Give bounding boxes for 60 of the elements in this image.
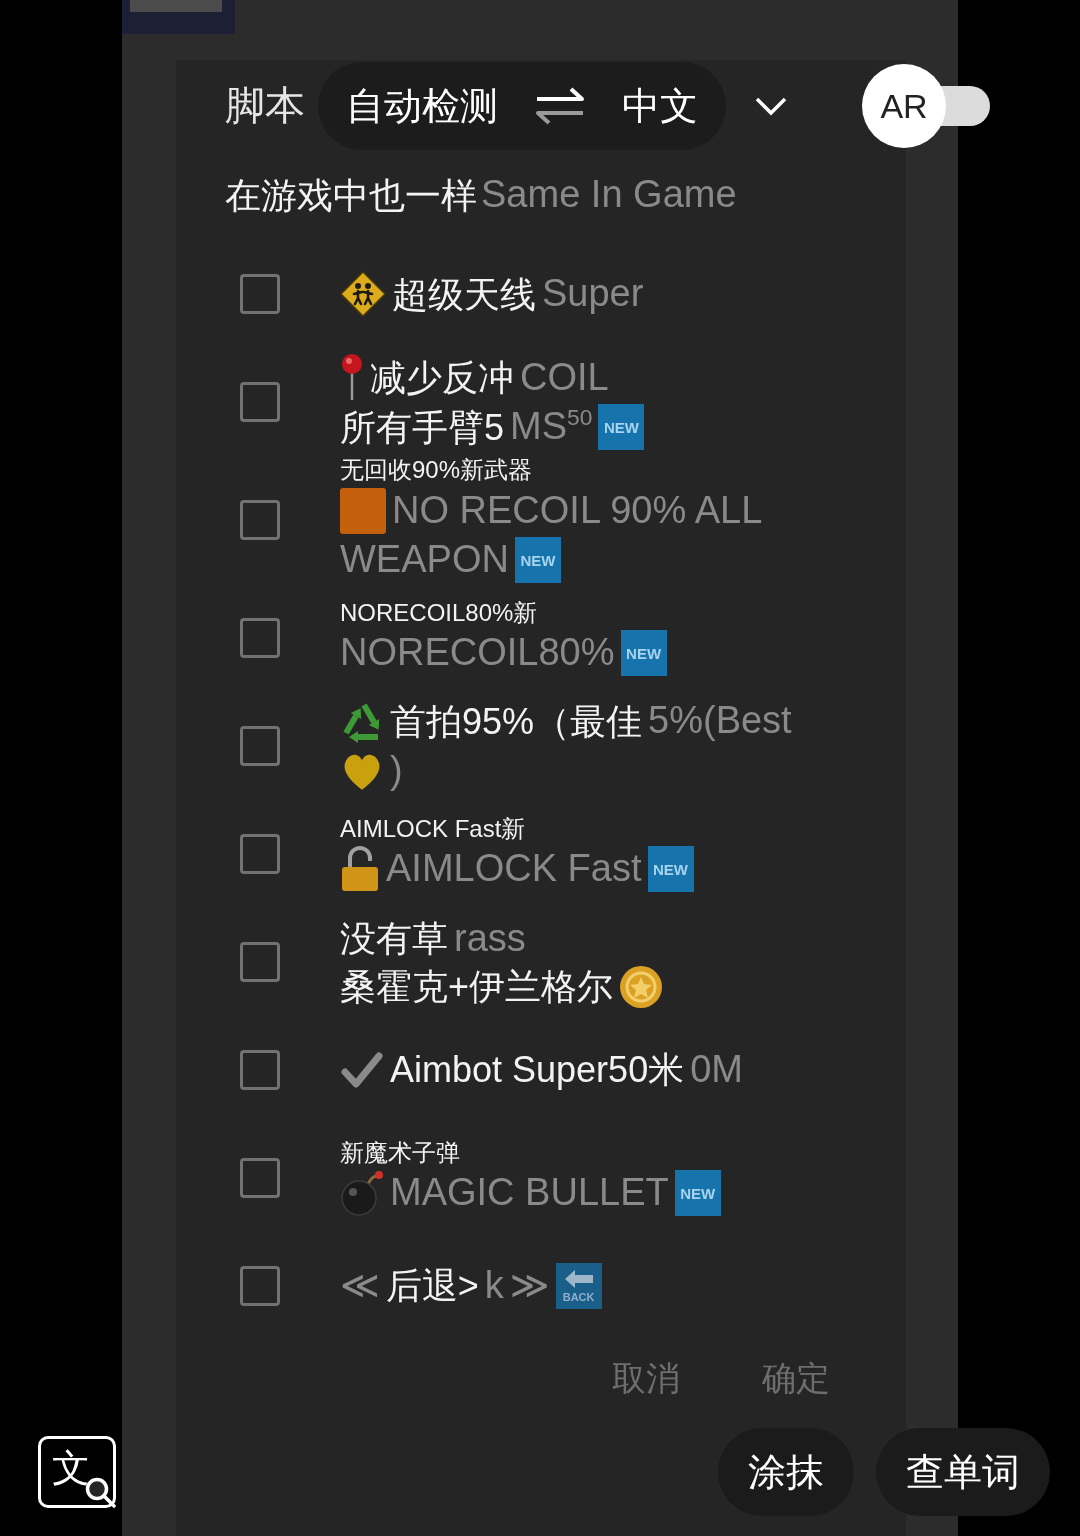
new-badge: NEW (598, 404, 645, 450)
back-label: BACK (562, 1290, 595, 1303)
translated-text: 后退> (385, 1264, 479, 1309)
checkbox[interactable] (240, 1265, 280, 1306)
coin-icon (619, 964, 664, 1009)
check-icon (340, 1049, 384, 1090)
checkbox[interactable] (240, 274, 280, 314)
menu-text: ≪ (340, 1263, 380, 1309)
pushpin-icon (340, 353, 364, 402)
translated-text: 没有草 (340, 916, 448, 961)
menu-text: WEAPON (340, 537, 509, 583)
menu-text: NORECOIL80% (340, 630, 615, 676)
menu-text: Super (542, 271, 644, 317)
menu-text: k (484, 1263, 504, 1309)
checkbox[interactable] (240, 499, 280, 540)
new-badge: NEW (620, 630, 667, 677)
new-badge: NEW (674, 1170, 721, 1217)
translated-text: AIMLOCK Fast新 (340, 814, 526, 844)
translated-text: 超级天线 (392, 272, 536, 317)
target-language[interactable]: 中文 (622, 80, 698, 132)
menu-text: ≫ (509, 1263, 550, 1309)
menu-text: 5%(Best (648, 698, 792, 744)
checkbox[interactable] (240, 1157, 280, 1198)
translated-text: 减少反冲 (370, 355, 514, 400)
translated-text: NORECOIL80%新 (340, 598, 538, 628)
lookup-word-button[interactable]: 查单词 (876, 1428, 1050, 1516)
new-badge: NEW (647, 846, 694, 893)
translated-text: 桑霍克+伊兰格尔 (340, 965, 614, 1010)
left-arrow-icon (563, 1268, 594, 1289)
translated-text: 所有手臂5 (340, 405, 505, 450)
translated-text: Aimbot Super50米 (390, 1048, 685, 1093)
tile-icon (340, 487, 386, 534)
checkbox[interactable] (240, 382, 280, 422)
padlock-icon (340, 846, 380, 893)
menu-text: AIMLOCK Fast (386, 846, 642, 892)
checkbox[interactable] (240, 833, 280, 874)
menu-text: NO RECOIL 90% ALL (392, 487, 763, 533)
checkbox[interactable] (240, 1049, 280, 1090)
menu-text: ) (390, 747, 403, 793)
checkbox[interactable] (240, 941, 280, 982)
menu-text: rass (454, 915, 526, 961)
translated-text: 首拍95%（最佳 (390, 699, 643, 744)
menu-text: MAGIC BULLET (390, 1170, 669, 1216)
translated-text: 新魔术子弹 (340, 1138, 460, 1168)
menu-text: Same In Game (481, 172, 737, 218)
chevron-down-icon[interactable] (754, 96, 788, 116)
new-badge: NEW (514, 537, 561, 584)
menu-text: MS$^{50}$ (510, 403, 593, 450)
bomb-icon (340, 1170, 384, 1217)
translated-text: 在游戏中也一样 (225, 173, 477, 218)
menu-text: COIL (520, 354, 609, 400)
source-language[interactable]: 自动检测 (346, 80, 498, 132)
checkbox[interactable] (240, 725, 280, 766)
translated-text: 无回收90%新武器 (340, 456, 533, 485)
menu-text: 0M (690, 1047, 743, 1093)
checkbox[interactable] (240, 617, 280, 658)
swap-icon[interactable] (534, 87, 586, 125)
translate-button[interactable]: 文 (38, 1436, 116, 1508)
pedestrian-sign-icon (340, 271, 386, 317)
translated-title: 脚本 (225, 81, 305, 129)
